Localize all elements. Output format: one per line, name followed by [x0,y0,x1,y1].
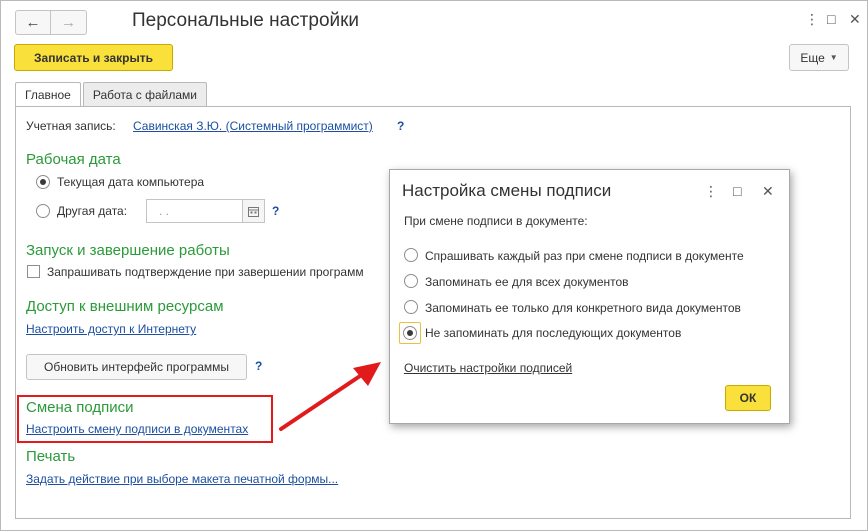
more-actions-icon[interactable]: ⋮ [704,183,718,200]
signature-title: Смена подписи [26,399,134,416]
close-icon[interactable]: ✕ [762,183,774,200]
forward-button[interactable]: → [51,10,87,35]
calendar-icon [248,206,259,217]
help-icon[interactable]: ? [272,204,279,218]
option-do-not-remember: Не запоминать для последующих документов [425,326,682,340]
radio-ask-each-time[interactable] [404,248,418,262]
clear-signature-settings-link[interactable]: Очистить настройки подписей [404,361,572,375]
nav-buttons: ← → [15,10,87,35]
other-date-label: Другая дата: [57,204,128,218]
date-input[interactable]: . . [146,199,243,223]
signature-dialog: Настройка смены подписи ⋮ □ ✕ При смене … [389,169,790,424]
dialog-title: Настройка смены подписи [402,181,612,200]
option-remember-type: Запоминать ее только для конкретного вид… [425,301,741,315]
radio-remember-type[interactable] [404,300,418,314]
print-action-link[interactable]: Задать действие при выборе макета печатн… [26,472,338,486]
confirm-exit-checkbox[interactable] [27,265,40,278]
account-link[interactable]: Савинская З.Ю. (Системный программист) [133,119,373,133]
settings-window: ← → Персональные настройки ⋮ □ ✕ Записат… [0,0,868,531]
radio-do-not-remember[interactable] [403,326,417,340]
account-label: Учетная запись: [26,119,116,133]
refresh-interface-button[interactable]: Обновить интерфейс программы [26,354,247,380]
close-icon[interactable]: ✕ [849,11,861,28]
more-button[interactable]: Еще ▼ [789,44,849,71]
radio-other-date[interactable] [36,204,50,218]
more-actions-icon[interactable]: ⋮ [805,11,819,28]
print-title: Печать [26,448,76,465]
window-title: Персональные настройки [132,10,360,31]
annotation-arrow [279,362,381,431]
confirm-exit-label: Запрашивать подтверждение при завершении… [47,265,364,279]
option-remember-all: Запоминать ее для всех документов [425,275,629,289]
back-button[interactable]: ← [15,10,51,35]
arrow-right-icon: → [61,14,76,31]
signature-settings-link[interactable]: Настроить смену подписи в документах [26,422,248,436]
help-icon[interactable]: ? [255,359,262,373]
maximize-icon[interactable]: □ [827,11,835,27]
caret-down-icon: ▼ [829,53,838,62]
startup-title: Запуск и завершение работы [26,242,230,259]
internet-access-link[interactable]: Настроить доступ к Интернету [26,322,196,336]
arrow-left-icon: ← [25,14,41,31]
more-button-label: Еще [800,50,825,65]
save-and-close-button[interactable]: Записать и закрыть [14,44,173,71]
tab-files[interactable]: Работа с файлами [82,82,208,106]
tab-main[interactable]: Главное [15,82,81,107]
external-title: Доступ к внешним ресурсам [26,298,224,315]
tab-bar: Главное Работа с файлами [15,82,209,107]
work-date-title: Рабочая дата [26,151,121,168]
radio-remember-all[interactable] [404,274,418,288]
current-date-label: Текущая дата компьютера [57,175,205,189]
dialog-prompt: При смене подписи в документе: [404,214,588,228]
option-ask-each-time: Спрашивать каждый раз при смене подписи … [425,249,744,263]
ok-button[interactable]: ОК [725,385,771,411]
radio-current-date[interactable] [36,175,50,189]
maximize-icon[interactable]: □ [733,183,741,199]
calendar-button[interactable] [243,199,265,223]
help-icon[interactable]: ? [397,119,404,133]
